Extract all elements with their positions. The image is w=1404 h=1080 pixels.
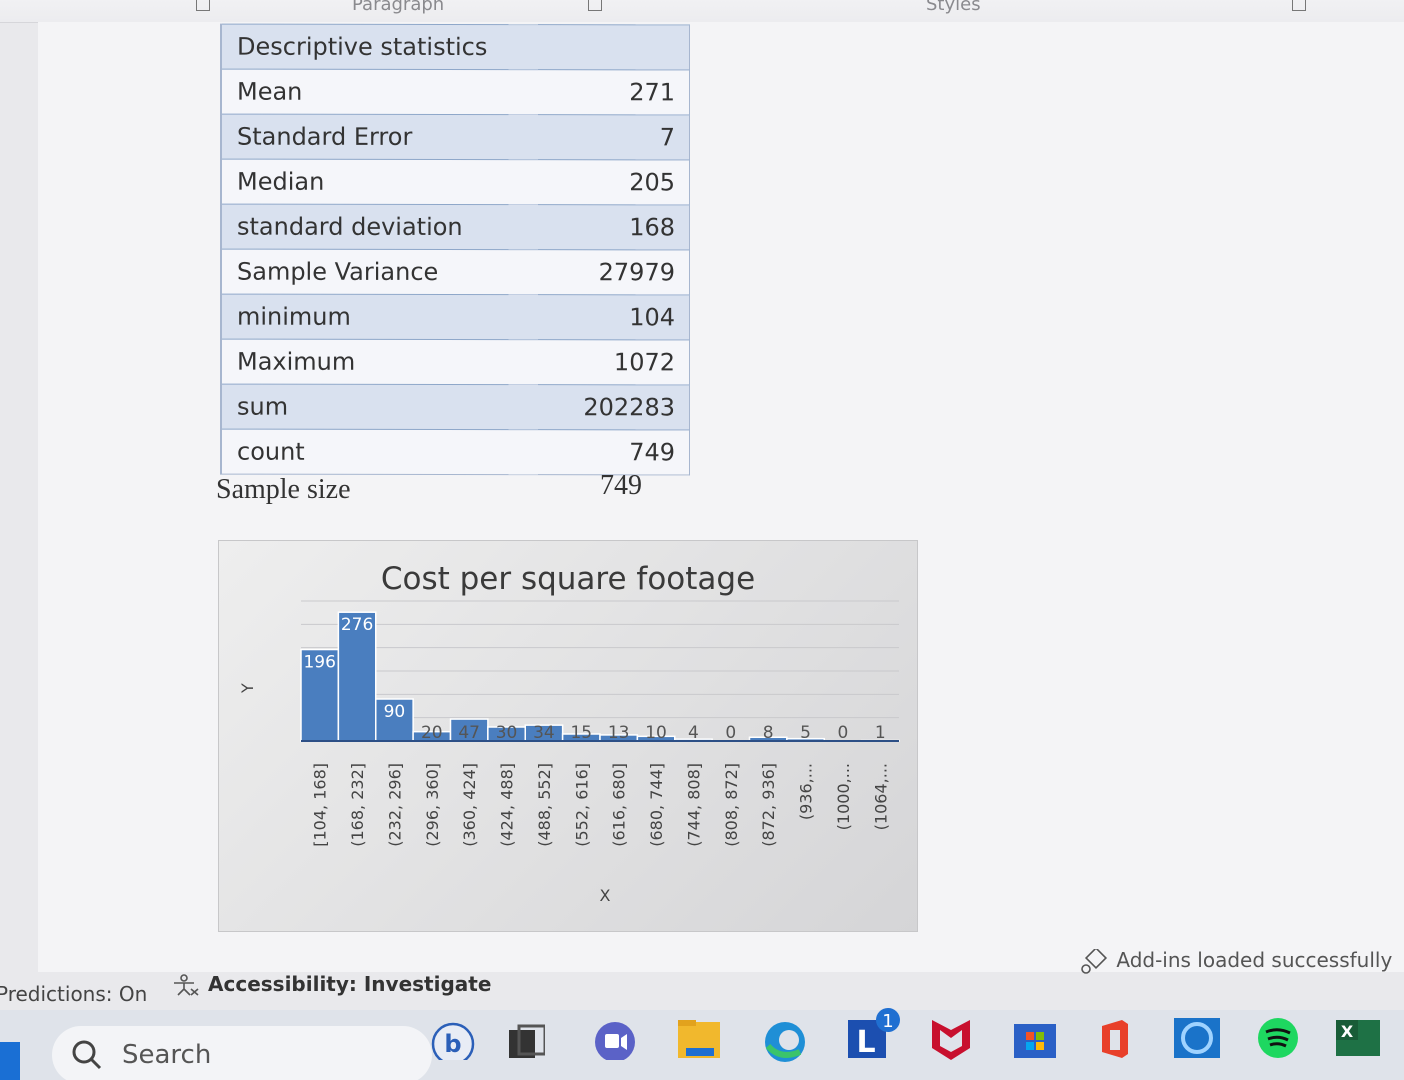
accessibility-label: Accessibility: Investigate — [208, 972, 492, 996]
chart-plot-area: 1962769020 47 30 34 15 13 10 4 0 8 5 0 1[104, 168] (1… — [238, 600, 900, 905]
styles-launcher-icon[interactable] — [1292, 0, 1306, 11]
x-tick-label: (1000,... — [834, 763, 853, 830]
stat-value: 205 — [538, 159, 690, 205]
stat-value: 168 — [538, 204, 690, 250]
search-icon — [72, 1040, 102, 1070]
x-tick-label: (232, 296] — [385, 763, 404, 847]
svg-text:L: L — [856, 1025, 875, 1060]
accessibility-icon — [174, 974, 199, 996]
addins-status: Add-ins loaded successfully — [1080, 946, 1393, 975]
table-row: sum 202283 — [221, 384, 690, 430]
descriptive-statistics-table: Descriptive statistics Mean 271 Standard … — [220, 23, 690, 476]
stat-value: 1072 — [538, 339, 690, 385]
table-row: count 749 — [221, 429, 690, 475]
stat-value: 27979 — [538, 249, 690, 295]
excel-icon[interactable]: X — [1332, 1000, 1382, 1062]
table-row: Sample Variance 27979 — [221, 249, 690, 295]
bing-icon[interactable]: b — [430, 1000, 476, 1060]
stat-label: count — [221, 429, 539, 475]
y-axis-title: Y — [238, 683, 257, 694]
stat-label: Mean — [221, 69, 539, 115]
svg-text:X: X — [1341, 1022, 1354, 1041]
cortana-icon[interactable] — [1170, 1000, 1224, 1062]
table-row: Median 205 — [221, 159, 690, 205]
bar-data-label: 196 — [303, 653, 335, 673]
ribbon-strip: Paragraph Styles — [0, 0, 1404, 23]
edge-icon[interactable] — [760, 1000, 810, 1062]
mcafee-icon[interactable] — [928, 1000, 974, 1062]
x-tick-label: (808, 872] — [722, 763, 741, 847]
x-tick-label: (616, 680] — [610, 763, 629, 847]
x-tick-label: (424, 488] — [498, 763, 517, 847]
stat-label: Sample Variance — [221, 249, 539, 295]
accessibility-status[interactable]: Accessibility: Investigate — [172, 972, 491, 996]
l-app-icon[interactable]: L 1 — [844, 1000, 904, 1062]
x-tick-label: (744, 808] — [684, 763, 703, 847]
search-label: Search — [122, 1040, 212, 1070]
sample-size-label: Sample size — [216, 474, 351, 505]
store-icon[interactable] — [1012, 1000, 1058, 1062]
stat-value: 7 — [538, 114, 690, 160]
start-button[interactable] — [0, 1042, 20, 1080]
histogram-chart[interactable]: Cost per square footage 196 276 90 20 47 30 34… — [218, 540, 918, 932]
stat-value: 202283 — [538, 384, 690, 430]
x-tick-label: [104, 168] — [311, 763, 330, 847]
l-app-badge: 1 — [882, 1011, 893, 1032]
predictions-status[interactable]: Predictions: On — [0, 982, 147, 1006]
stat-value: 104 — [538, 294, 690, 340]
stat-label: Maximum — [221, 339, 539, 385]
stat-label: sum — [221, 384, 539, 430]
table-row: Standard Error 7 — [221, 114, 690, 160]
table-row: Maximum 1072 — [221, 339, 690, 385]
stat-label: minimum — [221, 294, 539, 340]
bar-data-label: 90 — [384, 702, 406, 722]
table-row: standard deviation 168 — [221, 204, 690, 250]
table-row: minimum 104 — [221, 294, 690, 340]
sample-size-value: 749 — [600, 470, 642, 501]
stat-value: 749 — [538, 429, 690, 475]
stat-value: 271 — [538, 69, 690, 115]
screen: Paragraph Styles Descriptive statistics … — [0, 0, 1404, 1080]
teams-icon[interactable] — [590, 1000, 640, 1060]
status-bar: Predictions: On Accessibility: Investiga… — [0, 946, 1404, 1006]
paragraph-launcher-icon[interactable] — [588, 0, 602, 11]
x-tick-label: (360, 424] — [460, 763, 479, 847]
stat-label: standard deviation — [221, 204, 539, 250]
stat-label: Median — [221, 159, 539, 205]
table-row: Mean 271 — [221, 69, 690, 115]
x-tick-label: (1064,... — [871, 763, 890, 830]
x-tick-label: (488, 552] — [535, 763, 554, 847]
bar-data-label: 276 — [341, 615, 373, 635]
table-title: Descriptive statistics — [221, 24, 690, 70]
x-tick-label: (936,... — [797, 763, 816, 820]
x-tick-label: (168, 232] — [348, 763, 367, 847]
stat-label: Standard Error — [221, 114, 539, 160]
addins-icon — [1081, 946, 1108, 974]
x-tick-label: (552, 616] — [572, 763, 591, 847]
x-tick-label: (872, 936] — [759, 763, 778, 847]
dialog-launcher-icon[interactable] — [196, 0, 210, 11]
addins-label: Add-ins loaded successfully — [1116, 948, 1393, 972]
taskbar-search-box[interactable]: Search — [52, 1026, 432, 1080]
spotify-icon[interactable] — [1254, 1000, 1302, 1062]
svg-text:b: b — [444, 1030, 461, 1058]
ribbon-group-styles: Styles — [926, 0, 981, 15]
x-axis-title: X — [600, 886, 611, 905]
office-icon[interactable] — [1094, 1000, 1134, 1062]
taskview-icon[interactable] — [505, 1000, 545, 1060]
x-tick-label: (680, 744] — [647, 763, 666, 847]
ribbon-group-paragraph: Paragraph — [352, 0, 445, 15]
x-tick-label: (296, 360] — [423, 763, 442, 847]
file-explorer-icon[interactable] — [676, 1000, 722, 1062]
